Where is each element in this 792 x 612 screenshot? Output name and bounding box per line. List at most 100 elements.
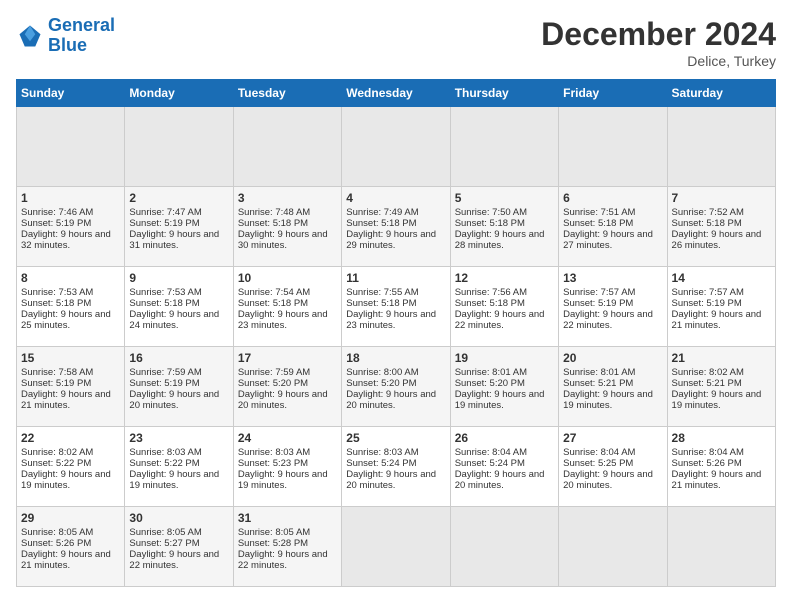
sunrise-text: Sunrise: 8:03 AM bbox=[346, 447, 418, 458]
daylight-text: Daylight: 9 hours and 19 minutes. bbox=[238, 469, 328, 491]
day-number: 21 bbox=[672, 351, 771, 365]
day-number: 28 bbox=[672, 431, 771, 445]
daylight-text: Daylight: 9 hours and 31 minutes. bbox=[129, 229, 219, 251]
daylight-text: Daylight: 9 hours and 29 minutes. bbox=[346, 229, 436, 251]
sunrise-text: Sunrise: 8:05 AM bbox=[129, 527, 201, 538]
sunrise-text: Sunrise: 8:01 AM bbox=[563, 367, 635, 378]
sunrise-text: Sunrise: 7:52 AM bbox=[672, 207, 744, 218]
calendar-cell: 28 Sunrise: 8:04 AM Sunset: 5:26 PM Dayl… bbox=[667, 427, 775, 507]
sunset-text: Sunset: 5:26 PM bbox=[21, 538, 91, 549]
sunrise-text: Sunrise: 7:51 AM bbox=[563, 207, 635, 218]
calendar-header-row: SundayMondayTuesdayWednesdayThursdayFrid… bbox=[17, 80, 776, 107]
daylight-text: Daylight: 9 hours and 25 minutes. bbox=[21, 309, 111, 331]
calendar-cell: 14 Sunrise: 7:57 AM Sunset: 5:19 PM Dayl… bbox=[667, 267, 775, 347]
daylight-text: Daylight: 9 hours and 20 minutes. bbox=[238, 389, 328, 411]
sunrise-text: Sunrise: 7:54 AM bbox=[238, 287, 310, 298]
calendar-cell: 9 Sunrise: 7:53 AM Sunset: 5:18 PM Dayli… bbox=[125, 267, 233, 347]
calendar-cell bbox=[450, 507, 558, 587]
sunset-text: Sunset: 5:19 PM bbox=[21, 218, 91, 229]
calendar-week-1: 1 Sunrise: 7:46 AM Sunset: 5:19 PM Dayli… bbox=[17, 187, 776, 267]
sunset-text: Sunset: 5:28 PM bbox=[238, 538, 308, 549]
calendar-cell: 12 Sunrise: 7:56 AM Sunset: 5:18 PM Dayl… bbox=[450, 267, 558, 347]
day-header-friday: Friday bbox=[559, 80, 667, 107]
daylight-text: Daylight: 9 hours and 28 minutes. bbox=[455, 229, 545, 251]
daylight-text: Daylight: 9 hours and 26 minutes. bbox=[672, 229, 762, 251]
sunrise-text: Sunrise: 7:59 AM bbox=[238, 367, 310, 378]
day-number: 12 bbox=[455, 271, 554, 285]
calendar-cell bbox=[667, 107, 775, 187]
sunrise-text: Sunrise: 8:05 AM bbox=[238, 527, 310, 538]
month-title: December 2024 bbox=[541, 16, 776, 53]
daylight-text: Daylight: 9 hours and 21 minutes. bbox=[21, 389, 111, 411]
calendar-cell bbox=[342, 507, 450, 587]
calendar-cell bbox=[450, 107, 558, 187]
calendar-cell: 26 Sunrise: 8:04 AM Sunset: 5:24 PM Dayl… bbox=[450, 427, 558, 507]
sunrise-text: Sunrise: 7:49 AM bbox=[346, 207, 418, 218]
calendar-cell: 16 Sunrise: 7:59 AM Sunset: 5:19 PM Dayl… bbox=[125, 347, 233, 427]
calendar-cell: 23 Sunrise: 8:03 AM Sunset: 5:22 PM Dayl… bbox=[125, 427, 233, 507]
day-header-sunday: Sunday bbox=[17, 80, 125, 107]
sunrise-text: Sunrise: 8:03 AM bbox=[238, 447, 310, 458]
calendar-cell: 11 Sunrise: 7:55 AM Sunset: 5:18 PM Dayl… bbox=[342, 267, 450, 347]
day-number: 31 bbox=[238, 511, 337, 525]
day-number: 2 bbox=[129, 191, 228, 205]
calendar-cell: 10 Sunrise: 7:54 AM Sunset: 5:18 PM Dayl… bbox=[233, 267, 341, 347]
sunrise-text: Sunrise: 7:53 AM bbox=[129, 287, 201, 298]
day-header-thursday: Thursday bbox=[450, 80, 558, 107]
sunrise-text: Sunrise: 7:59 AM bbox=[129, 367, 201, 378]
daylight-text: Daylight: 9 hours and 30 minutes. bbox=[238, 229, 328, 251]
sunrise-text: Sunrise: 7:57 AM bbox=[672, 287, 744, 298]
sunrise-text: Sunrise: 7:48 AM bbox=[238, 207, 310, 218]
sunset-text: Sunset: 5:18 PM bbox=[346, 298, 416, 309]
day-number: 30 bbox=[129, 511, 228, 525]
sunset-text: Sunset: 5:19 PM bbox=[563, 298, 633, 309]
day-number: 16 bbox=[129, 351, 228, 365]
sunrise-text: Sunrise: 7:57 AM bbox=[563, 287, 635, 298]
day-number: 4 bbox=[346, 191, 445, 205]
page-header: General Blue December 2024 Delice, Turke… bbox=[16, 16, 776, 69]
sunset-text: Sunset: 5:18 PM bbox=[238, 298, 308, 309]
sunset-text: Sunset: 5:24 PM bbox=[346, 458, 416, 469]
calendar-table: SundayMondayTuesdayWednesdayThursdayFrid… bbox=[16, 79, 776, 587]
daylight-text: Daylight: 9 hours and 24 minutes. bbox=[129, 309, 219, 331]
daylight-text: Daylight: 9 hours and 22 minutes. bbox=[455, 309, 545, 331]
day-header-saturday: Saturday bbox=[667, 80, 775, 107]
sunset-text: Sunset: 5:18 PM bbox=[346, 218, 416, 229]
calendar-week-3: 15 Sunrise: 7:58 AM Sunset: 5:19 PM Dayl… bbox=[17, 347, 776, 427]
calendar-week-5: 29 Sunrise: 8:05 AM Sunset: 5:26 PM Dayl… bbox=[17, 507, 776, 587]
day-number: 18 bbox=[346, 351, 445, 365]
day-number: 15 bbox=[21, 351, 120, 365]
daylight-text: Daylight: 9 hours and 22 minutes. bbox=[129, 549, 219, 571]
sunset-text: Sunset: 5:18 PM bbox=[238, 218, 308, 229]
daylight-text: Daylight: 9 hours and 32 minutes. bbox=[21, 229, 111, 251]
sunrise-text: Sunrise: 7:46 AM bbox=[21, 207, 93, 218]
daylight-text: Daylight: 9 hours and 27 minutes. bbox=[563, 229, 653, 251]
daylight-text: Daylight: 9 hours and 20 minutes. bbox=[563, 469, 653, 491]
day-number: 19 bbox=[455, 351, 554, 365]
sunset-text: Sunset: 5:23 PM bbox=[238, 458, 308, 469]
sunset-text: Sunset: 5:25 PM bbox=[563, 458, 633, 469]
sunset-text: Sunset: 5:24 PM bbox=[455, 458, 525, 469]
day-number: 29 bbox=[21, 511, 120, 525]
sunset-text: Sunset: 5:22 PM bbox=[21, 458, 91, 469]
daylight-text: Daylight: 9 hours and 19 minutes. bbox=[21, 469, 111, 491]
day-number: 22 bbox=[21, 431, 120, 445]
day-number: 3 bbox=[238, 191, 337, 205]
calendar-cell: 27 Sunrise: 8:04 AM Sunset: 5:25 PM Dayl… bbox=[559, 427, 667, 507]
day-number: 24 bbox=[238, 431, 337, 445]
day-number: 17 bbox=[238, 351, 337, 365]
daylight-text: Daylight: 9 hours and 21 minutes. bbox=[21, 549, 111, 571]
sunrise-text: Sunrise: 7:47 AM bbox=[129, 207, 201, 218]
sunrise-text: Sunrise: 8:03 AM bbox=[129, 447, 201, 458]
calendar-cell bbox=[233, 107, 341, 187]
calendar-cell bbox=[559, 107, 667, 187]
calendar-cell: 24 Sunrise: 8:03 AM Sunset: 5:23 PM Dayl… bbox=[233, 427, 341, 507]
sunrise-text: Sunrise: 8:04 AM bbox=[563, 447, 635, 458]
daylight-text: Daylight: 9 hours and 19 minutes. bbox=[563, 389, 653, 411]
calendar-cell: 8 Sunrise: 7:53 AM Sunset: 5:18 PM Dayli… bbox=[17, 267, 125, 347]
sunset-text: Sunset: 5:21 PM bbox=[672, 378, 742, 389]
calendar-cell: 17 Sunrise: 7:59 AM Sunset: 5:20 PM Dayl… bbox=[233, 347, 341, 427]
sunrise-text: Sunrise: 7:50 AM bbox=[455, 207, 527, 218]
calendar-cell: 18 Sunrise: 8:00 AM Sunset: 5:20 PM Dayl… bbox=[342, 347, 450, 427]
sunset-text: Sunset: 5:20 PM bbox=[346, 378, 416, 389]
